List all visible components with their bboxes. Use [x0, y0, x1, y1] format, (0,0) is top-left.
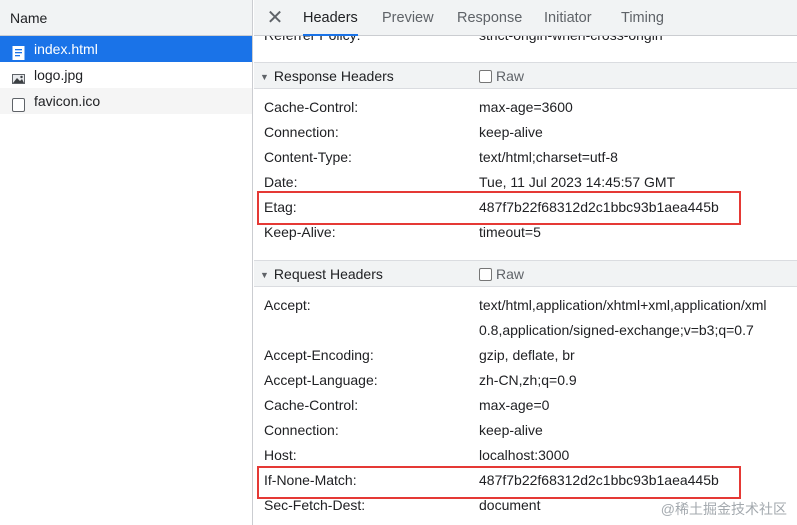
request-headers-section[interactable]: ▼ Request Headers Raw [254, 260, 797, 287]
request-row-label: index.html [34, 41, 98, 57]
triangle-down-icon: ▼ [260, 72, 269, 82]
tab-headers[interactable]: Headers [303, 0, 358, 36]
header-row: Accept: text/html,application/xhtml+xml,a… [254, 293, 797, 318]
header-value: 0.8,application/signed-exchange;v=b3;q=0… [479, 322, 754, 338]
headers-content: Referrer Policy: strict-origin-when-cros… [254, 36, 797, 525]
header-name: Referrer Policy: [264, 36, 360, 48]
request-row-favicon-ico[interactable]: favicon.ico [0, 88, 252, 114]
header-name: Accept-Language: [264, 372, 378, 388]
header-row-referrer-policy: Referrer Policy: strict-origin-when-cros… [254, 36, 797, 48]
header-row: Cache-Control: max-age=3600 [254, 95, 797, 120]
header-row: Accept-Language: zh-CN,zh;q=0.9 [254, 368, 797, 393]
header-value: keep-alive [479, 422, 543, 438]
request-list-panel: Name index.html logo.jpg favicon.ico [0, 0, 253, 525]
raw-label: Raw [496, 68, 525, 84]
header-name: Connection: [264, 124, 339, 140]
header-value: strict-origin-when-cross-origin [479, 36, 663, 48]
request-details-panel: ✕ Headers Preview Response Initiator Tim… [254, 0, 797, 525]
header-name: Connection: [264, 422, 339, 438]
checkbox[interactable] [479, 268, 492, 281]
watermark-text: @稀土掘金技术社区 [660, 501, 787, 517]
response-headers-section[interactable]: ▼ Response Headers Raw [254, 62, 797, 89]
header-value: max-age=0 [479, 397, 550, 413]
header-name: Cache-Control: [264, 99, 359, 115]
blank-file-icon [12, 94, 25, 112]
close-icon[interactable]: ✕ [264, 7, 286, 29]
image-icon [12, 68, 25, 84]
header-row: 0.8,application/signed-exchange;v=b3;q=0… [254, 318, 797, 343]
tab-response[interactable]: Response [457, 0, 522, 36]
header-name: Accept-Encoding: [264, 347, 374, 363]
details-tabbar: ✕ Headers Preview Response Initiator Tim… [254, 0, 797, 36]
name-column-header[interactable]: Name [0, 0, 252, 36]
request-row-label: logo.jpg [34, 67, 84, 83]
request-row-logo-jpg[interactable]: logo.jpg [0, 62, 252, 88]
header-value: max-age=3600 [479, 99, 573, 115]
raw-toggle[interactable]: Raw [479, 63, 524, 89]
header-row: Host: localhost:3000 [254, 443, 797, 468]
if-none-match-highlight-box [257, 466, 741, 499]
etag-highlight-box [257, 191, 741, 225]
header-name: Accept: [264, 297, 311, 313]
triangle-down-icon: ▼ [260, 270, 269, 280]
header-name: Cache-Control: [264, 397, 359, 413]
raw-label: Raw [496, 266, 525, 282]
header-value: gzip, deflate, br [479, 347, 575, 363]
header-value: keep-alive [479, 124, 543, 140]
request-row-label: favicon.ico [34, 93, 101, 109]
header-row: Connection: keep-alive [254, 418, 797, 443]
header-value: zh-CN,zh;q=0.9 [479, 372, 577, 388]
tab-initiator[interactable]: Initiator [544, 0, 592, 36]
header-row: Cache-Control: max-age=0 [254, 393, 797, 418]
document-icon [12, 42, 25, 60]
header-name: Host: [264, 447, 297, 463]
tab-timing[interactable]: Timing [621, 0, 664, 36]
tab-preview[interactable]: Preview [382, 0, 434, 36]
checkbox[interactable] [479, 70, 492, 83]
header-value: text/html,application/xhtml+xml,applicat… [479, 297, 767, 313]
header-name: Content-Type: [264, 149, 352, 165]
raw-toggle[interactable]: Raw [479, 261, 524, 287]
header-value: localhost:3000 [479, 447, 570, 463]
header-row: Content-Type: text/html;charset=utf-8 [254, 145, 797, 170]
request-row-index-html[interactable]: index.html [0, 36, 252, 62]
header-row: Accept-Encoding: gzip, deflate, br [254, 343, 797, 368]
header-row: Connection: keep-alive [254, 120, 797, 145]
section-title: Response Headers [273, 68, 394, 84]
section-title: Request Headers [273, 266, 383, 282]
header-value: text/html;charset=utf-8 [479, 149, 618, 165]
